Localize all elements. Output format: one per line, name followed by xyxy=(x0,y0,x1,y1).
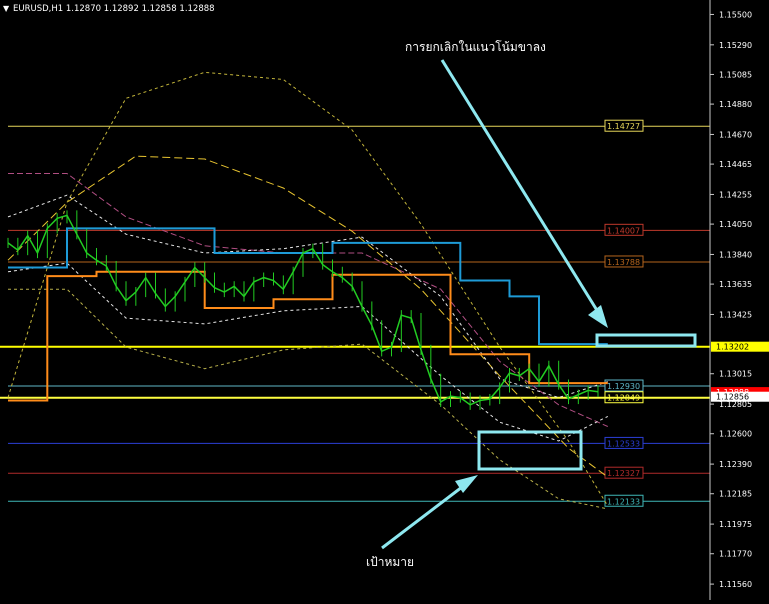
y-tick-label: 1.11560 xyxy=(719,580,752,589)
target-note: เป้าหมาย xyxy=(366,555,414,569)
level-label: 1.14007 xyxy=(607,226,640,235)
y-tick-label: 1.15500 xyxy=(719,10,752,19)
y-tick-label: 1.14255 xyxy=(719,190,752,199)
y-tick-label: 1.13425 xyxy=(719,310,752,319)
y-tick-label: 1.14050 xyxy=(719,220,752,229)
y-tick-label: 1.12600 xyxy=(719,430,752,439)
y-tick-label: 1.14465 xyxy=(719,160,752,169)
y-tick-label: 1.13015 xyxy=(719,370,752,379)
chart-header: ▼ EURUSD,H1 1.12870 1.12892 1.12858 1.12… xyxy=(3,4,215,14)
downtrend-note: การยกเลิกในแนวโน้มขาลง xyxy=(405,40,546,54)
price-badge-label: 1.12856 xyxy=(716,393,749,402)
level-label: 1.14727 xyxy=(607,122,640,131)
y-tick-label: 1.15290 xyxy=(719,41,752,50)
y-tick-label: 1.14880 xyxy=(719,100,752,109)
symbol-info: EURUSD,H1 1.12870 1.12892 1.12858 1.1288… xyxy=(13,4,215,14)
y-tick-label: 1.13840 xyxy=(719,250,752,259)
y-tick-label: 1.14670 xyxy=(719,130,752,139)
y-tick-label: 1.11975 xyxy=(719,520,752,529)
y-tick-label: 1.13635 xyxy=(719,280,752,289)
price-badge-label: 1.13202 xyxy=(716,343,749,352)
level-label: 1.12930 xyxy=(607,382,640,391)
y-tick-label: 1.12390 xyxy=(719,460,752,469)
chart-area[interactable]: 1.147271.140071.137881.129301.128491.125… xyxy=(0,0,769,600)
price-chart[interactable]: 1.147271.140071.137881.129301.128491.125… xyxy=(0,0,769,600)
level-label: 1.13788 xyxy=(607,258,640,267)
level-label: 1.12533 xyxy=(607,439,640,448)
y-tick-label: 1.11770 xyxy=(719,550,752,559)
header-dropdown-icon[interactable]: ▼ xyxy=(3,4,10,13)
level-label: 1.12327 xyxy=(607,469,640,478)
y-tick-label: 1.12185 xyxy=(719,490,752,499)
y-tick-label: 1.15085 xyxy=(719,70,752,79)
level-label: 1.12133 xyxy=(607,497,640,506)
chart-background xyxy=(0,0,769,600)
